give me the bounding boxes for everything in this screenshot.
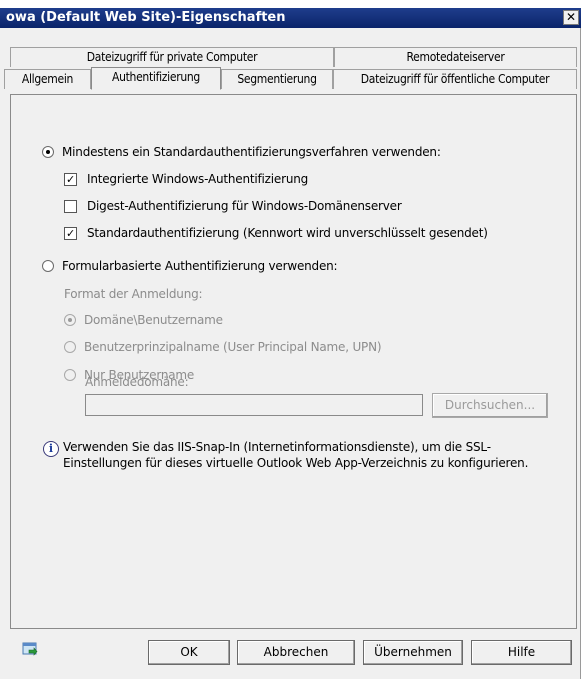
digest-auth-checkbox[interactable] [64,199,77,213]
browse-button[interactable]: Durchsuchen... [432,393,548,418]
cancel-button[interactable]: Abbrechen [237,640,355,665]
standard-auth-radio[interactable] [42,146,54,158]
ssl-info-text: Verwenden Sie das IIS-Snap-In (Interneti… [63,440,529,470]
help-icon[interactable] [22,641,38,657]
logon-domain-input[interactable] [85,394,423,416]
basic-auth-checkbox[interactable]: ✓ [64,226,77,240]
help-button[interactable]: Hilfe [471,640,572,665]
forms-auth-label: Formularbasierte Authentifizierung verwe… [62,259,338,273]
format-domain-user-radio[interactable] [64,314,76,326]
standard-auth-option[interactable]: Mindestens ein Standardauthentifizierung… [42,143,441,161]
logon-domain-label: Anmeldedomäne: [85,375,189,389]
ok-button[interactable]: OK [148,640,230,665]
format-username-only-radio[interactable] [64,369,76,381]
integrated-windows-auth-option[interactable]: ✓ Integrierte Windows-Authentifizierung [64,170,308,188]
forms-auth-option[interactable]: Formularbasierte Authentifizierung verwe… [42,257,338,275]
integrated-windows-auth-checkbox[interactable]: ✓ [64,172,77,186]
format-domain-user-option[interactable]: Domäne\Benutzername [64,311,223,329]
properties-dialog: owa (Default Web Site)-Eigenschaften ✕ D… [0,0,581,679]
forms-auth-radio[interactable] [42,260,54,272]
standard-auth-label: Mindestens ein Standardauthentifizierung… [62,145,441,159]
format-upn-option[interactable]: Benutzerprinzipalname (User Principal Na… [64,338,382,356]
basic-auth-option[interactable]: ✓ Standardauthentifizierung (Kennwort wi… [64,224,488,242]
logon-format-label: Format der Anmeldung: [64,287,203,301]
format-domain-user-label: Domäne\Benutzername [84,313,223,327]
digest-auth-option[interactable]: Digest-Authentifizierung für Windows-Dom… [64,197,402,215]
format-upn-radio[interactable] [64,341,76,353]
format-upn-label: Benutzerprinzipalname (User Principal Na… [84,340,382,354]
apply-button[interactable]: Übernehmen [363,640,463,665]
digest-auth-label: Digest-Authentifizierung für Windows-Dom… [87,199,402,213]
basic-auth-label: Standardauthentifizierung (Kennwort wird… [87,226,488,240]
integrated-windows-auth-label: Integrierte Windows-Authentifizierung [87,172,309,186]
info-icon: i [43,441,59,457]
